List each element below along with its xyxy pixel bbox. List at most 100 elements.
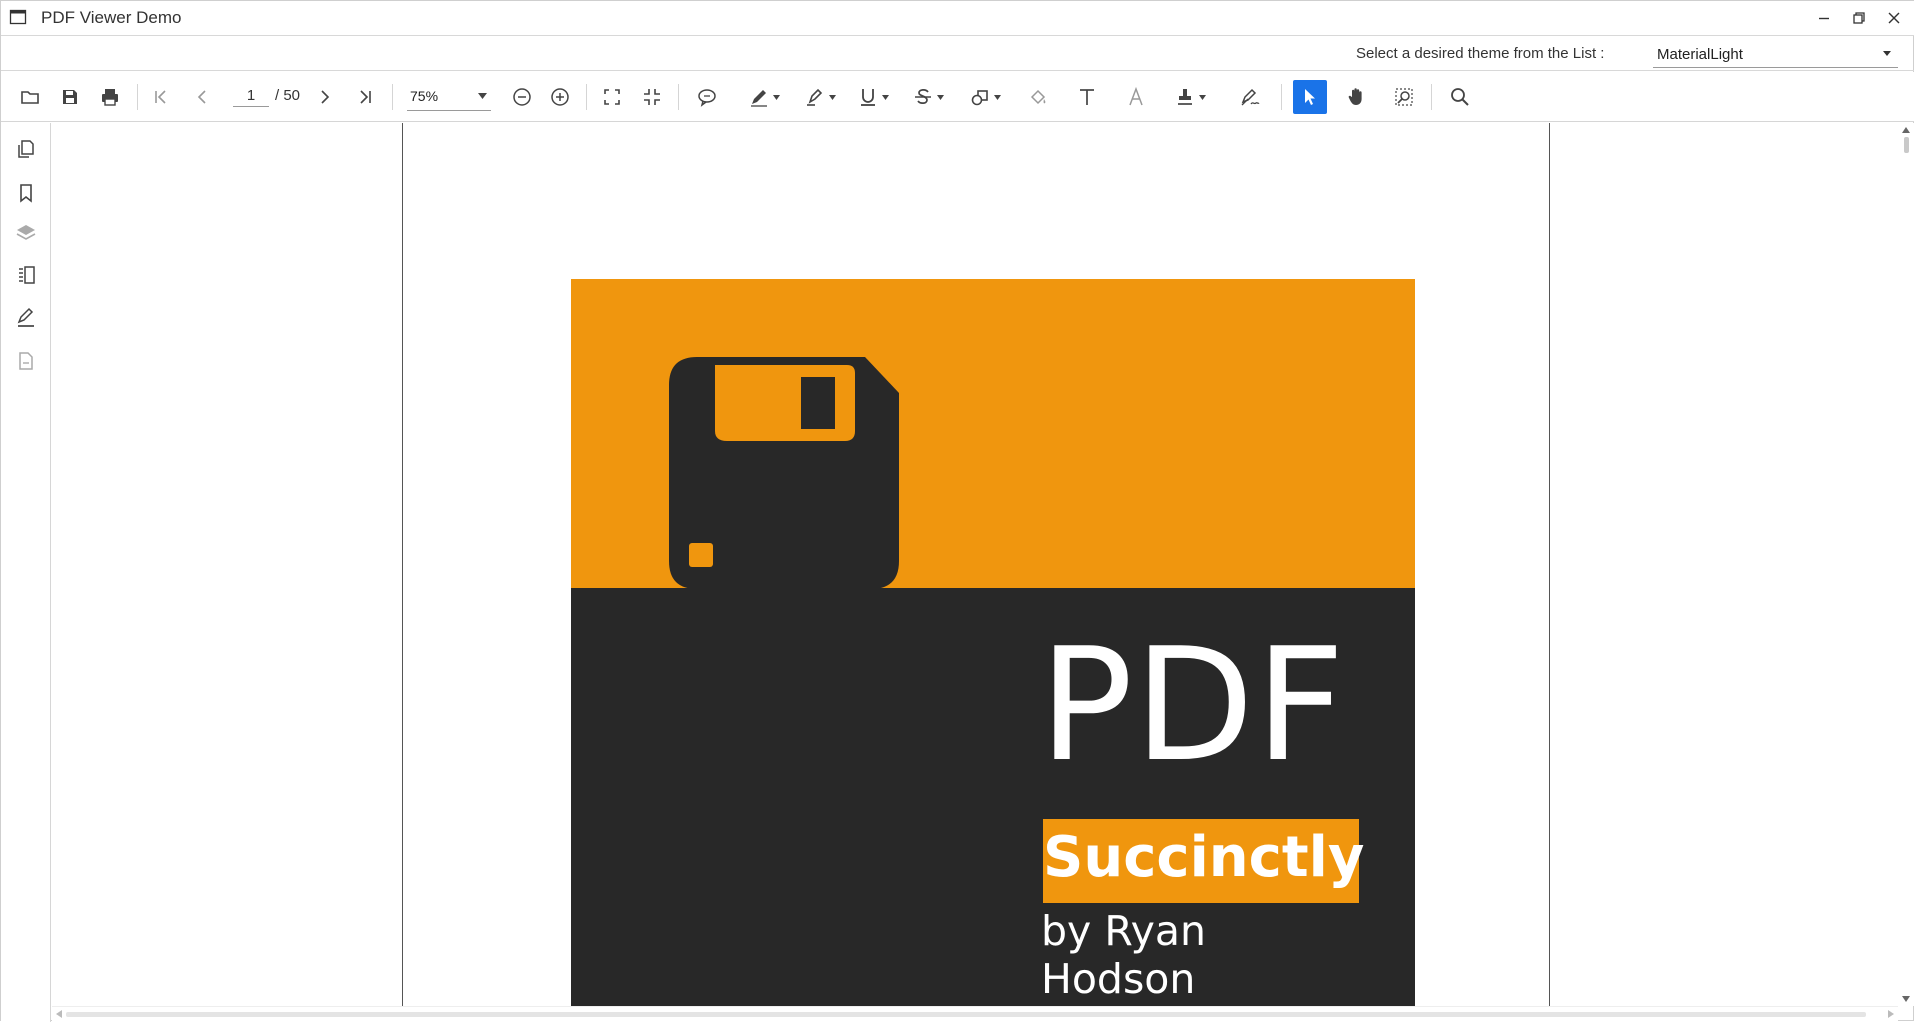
fit-page-button[interactable] (595, 80, 629, 114)
highlight-button[interactable] (798, 80, 836, 114)
next-page-button[interactable] (308, 80, 342, 114)
total-pages-label: / 50 (275, 87, 301, 104)
chevron-down-icon (994, 95, 1001, 100)
search-icon (1451, 88, 1469, 106)
zoom-out-icon (513, 88, 531, 106)
restore-button[interactable] (1842, 3, 1876, 33)
pan-tool-button[interactable] (1339, 80, 1373, 114)
font-icon (1129, 86, 1143, 106)
cover-badge-text: Succinctly (1043, 825, 1365, 890)
select-tool-button[interactable] (1293, 80, 1327, 114)
last-page-button[interactable] (348, 80, 382, 114)
zoom-select[interactable]: 75% (407, 85, 491, 111)
toolbar-separator (1281, 84, 1282, 110)
chevron-down-icon (773, 95, 780, 100)
chevron-down-icon (1199, 95, 1206, 100)
scroll-right-icon[interactable] (1887, 1009, 1895, 1019)
vertical-scrollbar[interactable] (1898, 123, 1914, 1006)
vertical-scroll-thumb[interactable] (1904, 137, 1909, 153)
organize-pages-button[interactable] (13, 262, 39, 288)
ink-button[interactable] (742, 80, 780, 114)
marquee-zoom-icon (1395, 88, 1413, 106)
first-page-button[interactable] (144, 80, 178, 114)
chevron-down-icon (937, 95, 944, 100)
zoom-value: 75% (410, 88, 439, 104)
main-toolbar: 1 / 50 75% (1, 72, 1914, 122)
document-viewer[interactable]: PDF Succinctly by Ryan Hodson (52, 123, 1898, 1006)
toolbar-separator (392, 84, 393, 110)
pdf-page: PDF Succinctly by Ryan Hodson (402, 123, 1550, 1006)
stamp-button[interactable] (1168, 80, 1206, 114)
save-icon (63, 90, 77, 104)
bookmark-icon (20, 184, 32, 203)
theme-select-value: MaterialLight (1657, 46, 1743, 63)
chevron-down-icon (829, 95, 836, 100)
floppy-disk-icon (669, 357, 899, 589)
chevron-left-icon (197, 90, 206, 104)
horizontal-scroll-thumb[interactable] (66, 1012, 1866, 1017)
scroll-left-icon[interactable] (55, 1009, 63, 1019)
chevron-right-icon (321, 90, 330, 104)
save-button[interactable] (53, 80, 87, 114)
window-title: PDF Viewer Demo (41, 8, 182, 27)
theme-select[interactable]: MaterialLight (1653, 40, 1898, 68)
open-file-button[interactable] (13, 80, 47, 114)
paint-bucket-icon (1030, 89, 1046, 105)
print-button[interactable] (93, 80, 127, 114)
zoom-in-button[interactable] (543, 80, 577, 114)
print-icon (102, 89, 118, 106)
bookmarks-button[interactable] (13, 180, 39, 206)
organize-pages-icon (19, 266, 35, 284)
pen-icon (751, 90, 767, 107)
restore-icon (1853, 12, 1865, 24)
theme-bar: Select a desired theme from the List : M… (1, 35, 1914, 71)
last-page-icon (360, 90, 371, 104)
left-navigation-panel (1, 123, 51, 1022)
text-icon (1080, 89, 1094, 105)
fill-color-button[interactable] (1021, 80, 1055, 114)
edit-pen-icon (17, 307, 34, 327)
layers-button[interactable] (13, 220, 39, 246)
signature-button[interactable] (1233, 80, 1267, 114)
theme-label: Select a desired theme from the List : (1356, 45, 1605, 62)
text-markup-button[interactable] (1119, 80, 1153, 114)
thumbnails-icon (18, 140, 34, 158)
cover-author: by Ryan Hodson (1041, 907, 1206, 1003)
scroll-up-icon[interactable] (1901, 126, 1911, 134)
document-icon (19, 352, 33, 370)
search-button[interactable] (1443, 80, 1477, 114)
form-fields-button[interactable] (13, 305, 39, 331)
signature-icon (1241, 88, 1260, 106)
marquee-zoom-button[interactable] (1387, 80, 1421, 114)
app-window: PDF Viewer Demo Select a desired theme f… (0, 0, 1914, 1022)
minimize-button[interactable] (1807, 3, 1841, 33)
shapes-button[interactable] (963, 80, 1001, 114)
sticky-note-button[interactable] (690, 80, 724, 114)
highlighter-icon (807, 88, 823, 106)
previous-page-button[interactable] (185, 80, 219, 114)
toolbar-separator (586, 84, 587, 110)
scroll-down-icon[interactable] (1901, 995, 1911, 1003)
attachments-button[interactable] (13, 348, 39, 374)
underline-icon (861, 89, 875, 106)
fit-width-icon (644, 89, 660, 105)
shapes-icon (971, 90, 988, 106)
layers-icon (16, 225, 36, 240)
free-text-button[interactable] (1070, 80, 1104, 114)
close-button[interactable] (1877, 3, 1911, 33)
horizontal-scrollbar[interactable] (52, 1006, 1898, 1021)
fit-page-icon (604, 89, 620, 105)
folder-open-icon (21, 91, 39, 104)
toolbar-separator (137, 84, 138, 110)
strikethrough-button[interactable] (906, 80, 944, 114)
minimize-icon (1819, 17, 1829, 20)
fit-width-button[interactable] (635, 80, 669, 114)
zoom-in-icon (551, 88, 569, 106)
underline-button[interactable] (851, 80, 889, 114)
hand-icon (1348, 88, 1362, 105)
page-thumbnails-button[interactable] (13, 136, 39, 162)
current-page-input[interactable]: 1 (233, 85, 269, 107)
cursor-icon (1305, 89, 1315, 105)
first-page-icon (155, 90, 166, 104)
zoom-out-button[interactable] (505, 80, 539, 114)
